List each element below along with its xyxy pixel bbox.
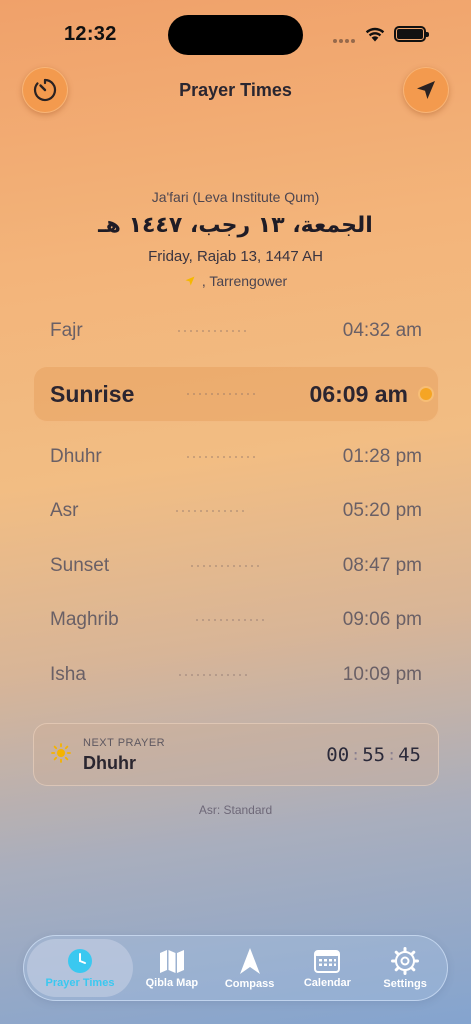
tab-settings[interactable]: Settings — [366, 939, 444, 997]
signal-dots-icon — [333, 39, 357, 43]
prayer-row-dhuhr[interactable]: Dhuhr 01:28 pm — [33, 429, 439, 485]
tab-compass[interactable]: Compass — [211, 939, 289, 997]
tab-calendar[interactable]: Calendar — [289, 939, 367, 997]
prayer-name: Fajr — [50, 320, 83, 341]
location-name: , Tarrengower — [201, 273, 288, 289]
dotted-leader — [175, 330, 250, 332]
prayer-name: Asr — [50, 500, 79, 521]
tab-label: Qibla Map — [145, 976, 199, 989]
prayer-name: Isha — [50, 664, 86, 685]
location-label: , Tarrengower — [0, 273, 471, 289]
clock-icon — [68, 948, 92, 973]
countdown-separator: : — [387, 746, 397, 764]
current-indicator-dot — [420, 388, 432, 400]
tab-label: Prayer Times — [45, 976, 115, 989]
battery-icon — [394, 26, 429, 42]
dotted-leader — [185, 456, 260, 458]
wifi-icon — [365, 27, 385, 42]
tab-label: Settings — [383, 977, 427, 990]
prayer-row-maghrib[interactable]: Maghrib 09:06 pm — [33, 592, 439, 648]
tab-label: Calendar — [303, 976, 351, 989]
calendar-icon — [314, 949, 341, 973]
locate-button[interactable] — [403, 67, 449, 113]
prayer-name: Maghrib — [50, 609, 119, 630]
dotted-leader — [173, 510, 248, 512]
next-prayer-card[interactable]: NEXT PRAYER Dhuhr 00 : 55 : 45 — [33, 723, 439, 786]
prayer-time: 09:06 pm — [342, 609, 422, 630]
prayer-time: 10:09 pm — [342, 664, 422, 685]
countdown-separator: : — [351, 746, 361, 764]
prayer-time: 06:09 am — [309, 380, 408, 407]
compass-arrow-icon — [239, 947, 260, 974]
prayer-row-fajr[interactable]: Fajr 04:32 am — [33, 303, 439, 359]
location-arrow-icon — [417, 81, 435, 99]
hijri-date-english: Friday, Rajab 13, 1447 AH — [148, 248, 323, 265]
countdown-timer: 00 : 55 : 45 — [326, 744, 421, 766]
tab-qibla-map[interactable]: Qibla Map — [133, 939, 211, 997]
next-prayer-label: NEXT PRAYER — [83, 737, 166, 749]
prayer-row-sunrise[interactable]: Sunrise 06:09 am — [33, 366, 439, 422]
tab-bar: Prayer Times Qibla Map Compass Calendar — [23, 935, 448, 1001]
prayer-row-isha[interactable]: Isha 10:09 pm — [33, 647, 439, 703]
dotted-leader — [193, 619, 268, 621]
prayer-row-asr[interactable]: Asr 05:20 pm — [33, 483, 439, 539]
status-time: 12:32 — [64, 23, 117, 45]
dotted-leader — [184, 393, 259, 395]
status-bar: 12:32 — [0, 0, 471, 56]
gear-icon — [391, 946, 420, 975]
countdown-hours: 00 — [326, 744, 350, 766]
sun-icon — [51, 743, 71, 763]
asr-method-label: Asr: Standard — [198, 803, 273, 817]
location-arrow-icon — [185, 276, 195, 286]
map-icon — [159, 949, 184, 973]
prayer-name: Sunrise — [50, 380, 135, 407]
calculation-method: Ja'fari (Leva Institute Qum) — [151, 189, 320, 205]
hijri-date-arabic: الجمعة، ١٣ رجب، ١٤٤٧ هـ — [98, 213, 373, 238]
prayer-time: 04:32 am — [342, 320, 422, 341]
prayer-name: Sunset — [50, 555, 110, 576]
prayer-name: Dhuhr — [50, 446, 102, 467]
dynamic-island — [168, 15, 303, 55]
countdown-minutes: 55 — [362, 744, 386, 766]
prayer-time: 01:28 pm — [342, 446, 422, 467]
prayer-time: 08:47 pm — [342, 555, 422, 576]
dotted-leader — [177, 674, 252, 676]
page-title: Prayer Times — [179, 80, 292, 100]
prayer-row-sunset[interactable]: Sunset 08:47 pm — [33, 538, 439, 594]
prayer-time: 05:20 pm — [342, 500, 422, 521]
tab-label: Compass — [224, 977, 275, 990]
dotted-leader — [188, 565, 263, 567]
next-prayer-name: Dhuhr — [83, 753, 136, 773]
tab-prayer-times[interactable]: Prayer Times — [27, 939, 133, 997]
countdown-seconds: 45 — [398, 744, 421, 766]
